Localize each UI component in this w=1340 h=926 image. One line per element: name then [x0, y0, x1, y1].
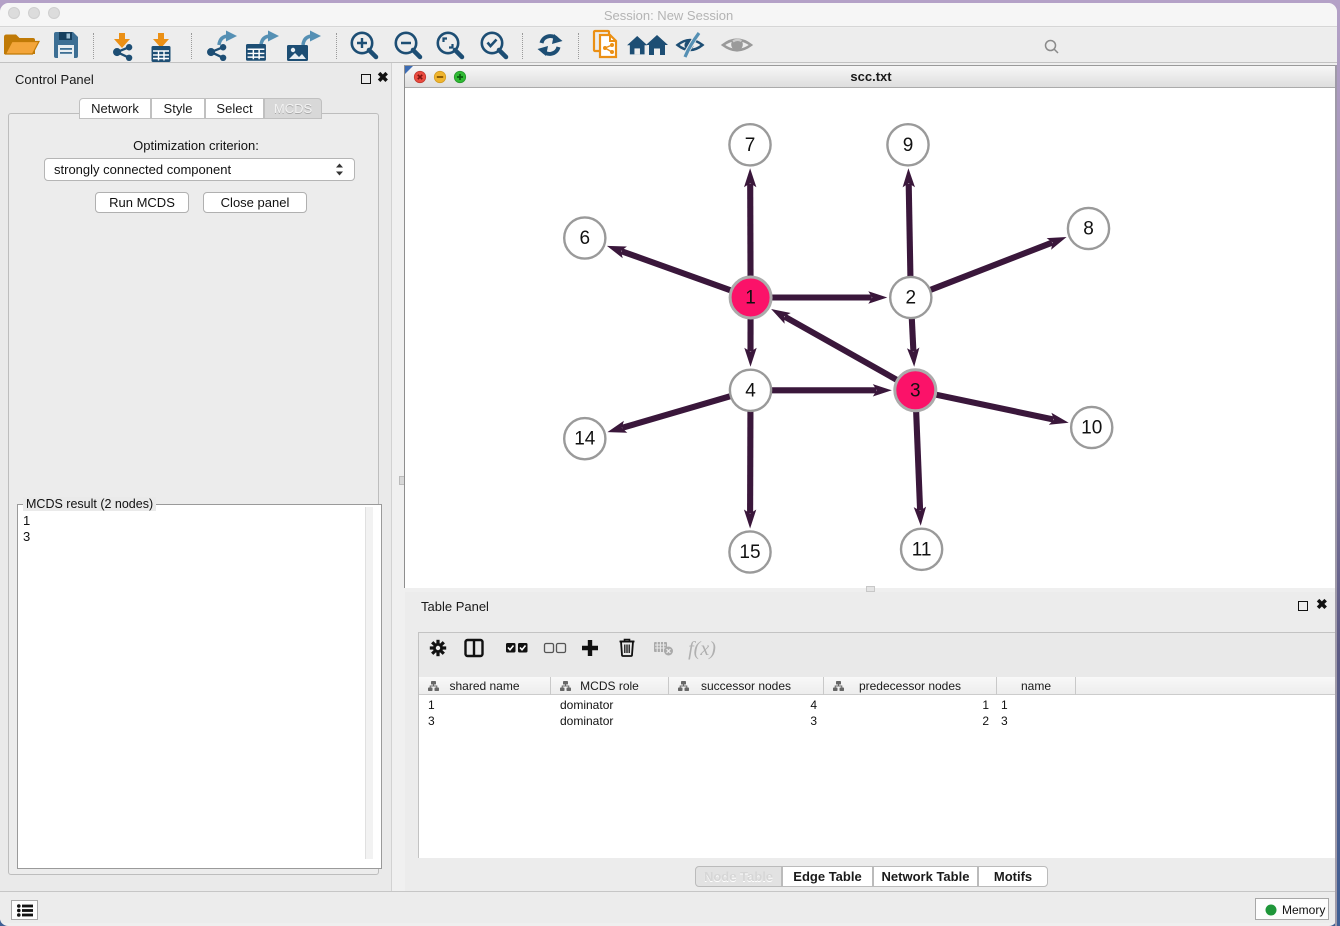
svg-text:9: 9 [903, 135, 914, 156]
svg-text:14: 14 [574, 429, 596, 450]
svg-text:4: 4 [745, 380, 756, 401]
svg-text:8: 8 [1083, 219, 1094, 240]
svg-text:f(x): f(x) [688, 638, 716, 660]
svg-text:15: 15 [739, 542, 760, 563]
svg-text:10: 10 [1081, 418, 1102, 439]
svg-text:7: 7 [745, 135, 756, 156]
svg-text:6: 6 [580, 228, 591, 249]
svg-text:2: 2 [906, 288, 917, 309]
svg-text:11: 11 [912, 539, 932, 560]
svg-text:1: 1 [745, 288, 756, 309]
svg-text:3: 3 [910, 380, 921, 401]
